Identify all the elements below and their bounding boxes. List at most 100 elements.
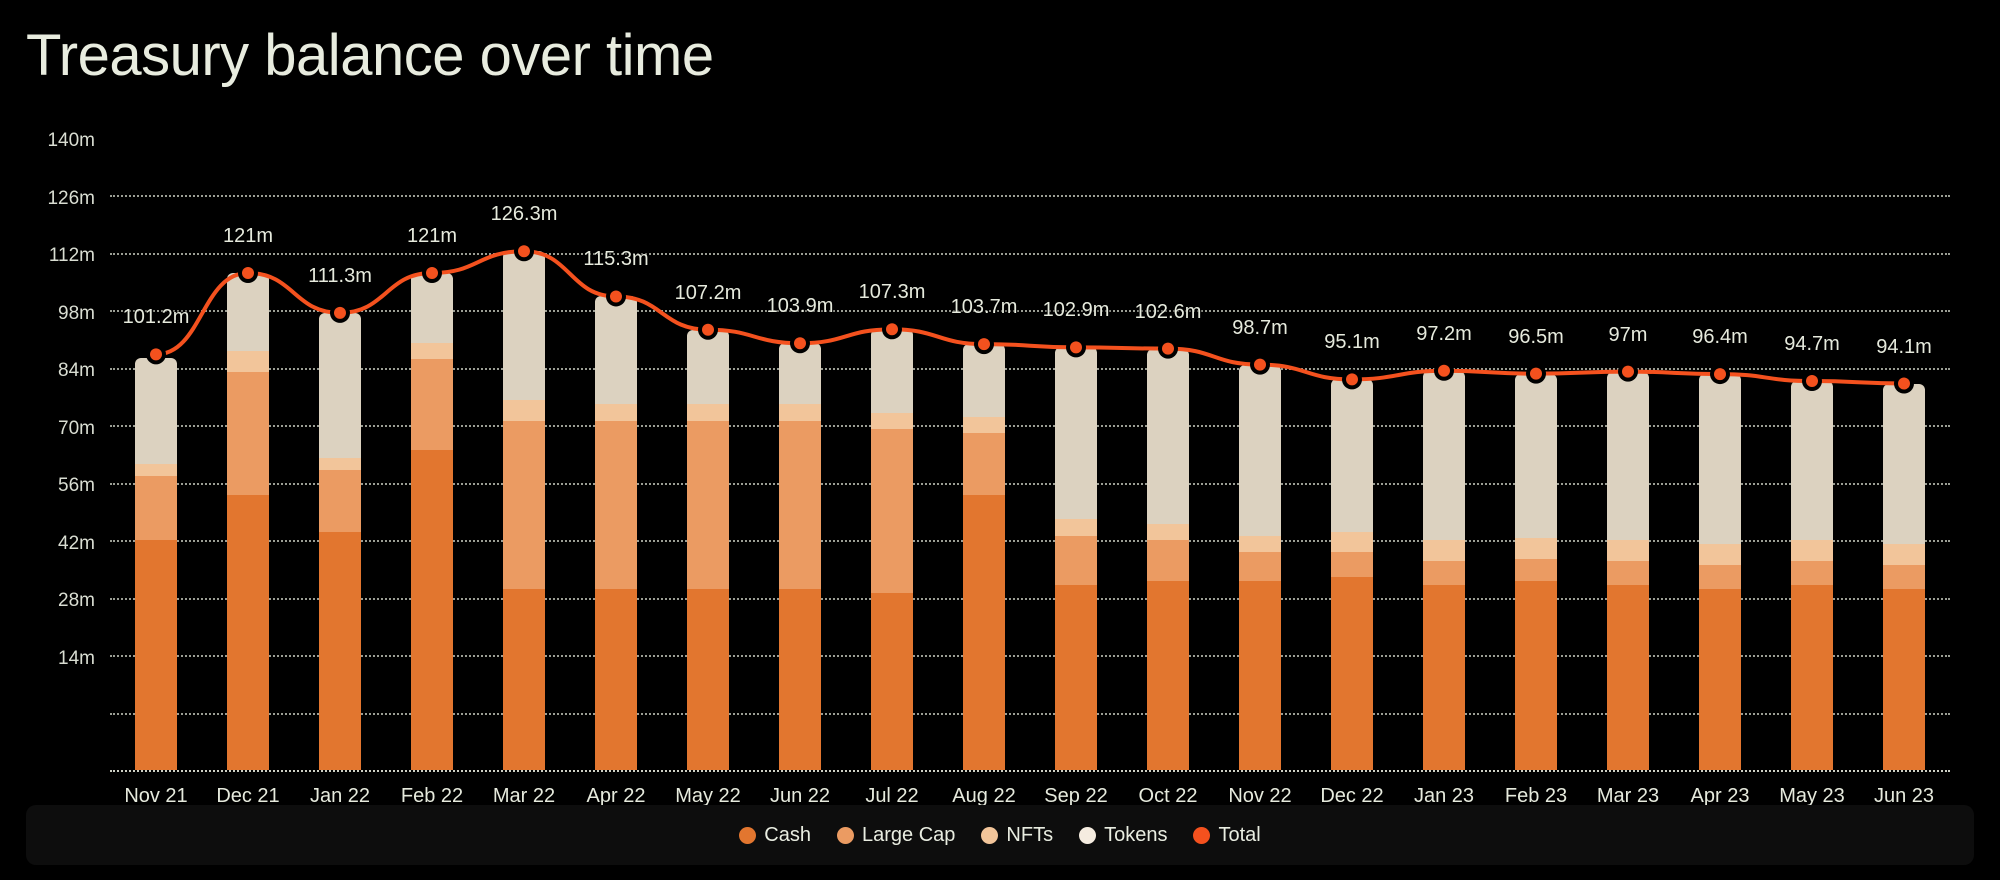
data-point-label: 97m	[1608, 323, 1648, 346]
bar-segment-tokens	[1607, 371, 1649, 541]
bar-segment-cash	[687, 589, 729, 770]
bar-column[interactable]	[1239, 195, 1281, 770]
bar-column[interactable]	[779, 195, 821, 770]
gridline	[110, 655, 1950, 657]
bar-segment-largecap	[1883, 564, 1925, 590]
legend-item[interactable]: Large Cap	[837, 824, 955, 847]
bar-column[interactable]	[1147, 195, 1189, 770]
bar-column[interactable]	[1699, 195, 1741, 770]
bar-segment-tokens	[779, 343, 821, 405]
bar-segment-tokens	[503, 251, 545, 401]
bar-column[interactable]	[963, 195, 1005, 770]
legend-item[interactable]: NFTs	[981, 824, 1053, 847]
legend-item[interactable]: Cash	[739, 824, 811, 847]
bar-column[interactable]	[1423, 195, 1465, 770]
bar-column[interactable]	[1055, 195, 1097, 770]
bar-segment-largecap	[1699, 564, 1741, 590]
data-point-label: 96.5m	[1508, 325, 1564, 348]
bar-segment-cash	[227, 494, 269, 770]
bar-segment-nfts	[319, 457, 361, 471]
legend-item[interactable]: Total	[1193, 824, 1261, 847]
legend-dot-icon	[1193, 826, 1211, 844]
bar-segment-cash	[1239, 581, 1281, 770]
data-point-label: 121m	[222, 225, 274, 248]
bar-segment-cash	[963, 494, 1005, 770]
chart-page: Treasury balance over time 140m 126m 112m 9…	[0, 0, 2000, 880]
gridline	[110, 310, 1950, 312]
bar-segment-largecap	[1055, 535, 1097, 586]
bar-column[interactable]	[595, 195, 637, 770]
bar-column[interactable]	[1883, 195, 1925, 770]
legend-dot-icon	[1079, 826, 1097, 844]
bar-segment-cash	[1331, 576, 1373, 770]
bar-segment-tokens	[1791, 381, 1833, 541]
legend: Cash Large Cap NFTs Tokens Total	[26, 805, 1974, 865]
legend-item[interactable]: Tokens	[1079, 824, 1167, 847]
bar-segment-tokens	[227, 273, 269, 352]
bar-column[interactable]	[1515, 195, 1557, 770]
bar-segment-cash	[1515, 581, 1557, 770]
bar-segment-cash	[319, 531, 361, 770]
data-point-label: 95.1m	[1324, 331, 1380, 354]
bar-segment-tokens	[595, 296, 637, 405]
gridline	[110, 712, 1950, 715]
y-axis-tick-label: 56m	[58, 475, 95, 496]
bar-segment-nfts	[779, 404, 821, 421]
bar-segment-largecap	[135, 476, 177, 540]
chart-panel: 140m 126m 112m 98m 84m 70m 56m 42m 28m 14m 101.2m…	[0, 130, 2000, 807]
bar-segment-cash	[871, 593, 913, 770]
bar-column[interactable]	[1791, 195, 1833, 770]
legend-dot-icon	[837, 826, 854, 844]
bar-segment-largecap	[1515, 558, 1557, 582]
bar-segment-largecap	[1147, 540, 1189, 582]
bar-segment-largecap	[779, 420, 821, 590]
bar-segment-cash	[595, 589, 637, 770]
bar-column[interactable]	[1331, 195, 1373, 770]
bar-segment-cash	[1791, 585, 1833, 770]
data-point-label: 102.9m	[1042, 299, 1110, 322]
bar-segment-largecap	[1331, 552, 1373, 577]
bar-segment-tokens	[871, 329, 913, 413]
bar-segment-nfts	[1791, 540, 1833, 561]
y-axis-tick-label: 28m	[58, 590, 95, 611]
data-point-label: 96.4m	[1692, 326, 1748, 349]
bar-segment-largecap	[1791, 560, 1833, 586]
gridline	[110, 195, 1950, 197]
bar-segment-nfts	[1699, 544, 1741, 565]
data-point-label: 94.7m	[1784, 333, 1840, 356]
bar-segment-tokens	[1331, 379, 1373, 532]
bar-segment-nfts	[503, 400, 545, 421]
bar-segment-cash	[135, 540, 177, 770]
data-point-label: 115.3m	[583, 248, 649, 271]
bar-column[interactable]	[1607, 195, 1649, 770]
bar-segment-largecap	[1607, 560, 1649, 586]
bar-segment-largecap	[687, 420, 729, 590]
data-point-label: 94.1m	[1876, 335, 1932, 358]
bar-segment-tokens	[135, 358, 177, 465]
bar-column[interactable]	[411, 195, 453, 770]
gridline	[110, 482, 1950, 485]
legend-label: Large Cap	[862, 823, 956, 846]
data-point-label: 103.7m	[950, 296, 1018, 319]
bar-segment-cash	[1055, 585, 1097, 770]
bar-column[interactable]	[227, 195, 269, 770]
y-axis-tick-label: 84m	[58, 360, 95, 381]
bar-column[interactable]	[503, 195, 545, 770]
gridline	[110, 540, 1950, 542]
bar-segment-tokens	[963, 344, 1005, 417]
bar-segment-cash	[503, 589, 545, 770]
data-point-label: 97.2m	[1416, 322, 1472, 345]
bar-segment-cash	[411, 449, 453, 770]
bar-segment-nfts	[1515, 537, 1557, 559]
bar-segment-nfts	[1883, 544, 1925, 565]
page-title: Treasury balance over time	[26, 23, 714, 88]
bar-column[interactable]	[135, 195, 177, 770]
plot-area: 101.2m 121m 111.3m 121m 126.3m 115.3m 107.2m 10…	[110, 195, 1950, 772]
bar-segment-nfts	[595, 404, 637, 421]
bar-segment-nfts	[411, 342, 453, 360]
bar-segment-nfts	[135, 464, 177, 477]
data-point-label: 98.7m	[1232, 316, 1288, 339]
bar-segment-tokens	[1699, 374, 1741, 545]
bar-segment-largecap	[1239, 552, 1281, 582]
y-axis-tick-label: 140m	[47, 130, 95, 151]
